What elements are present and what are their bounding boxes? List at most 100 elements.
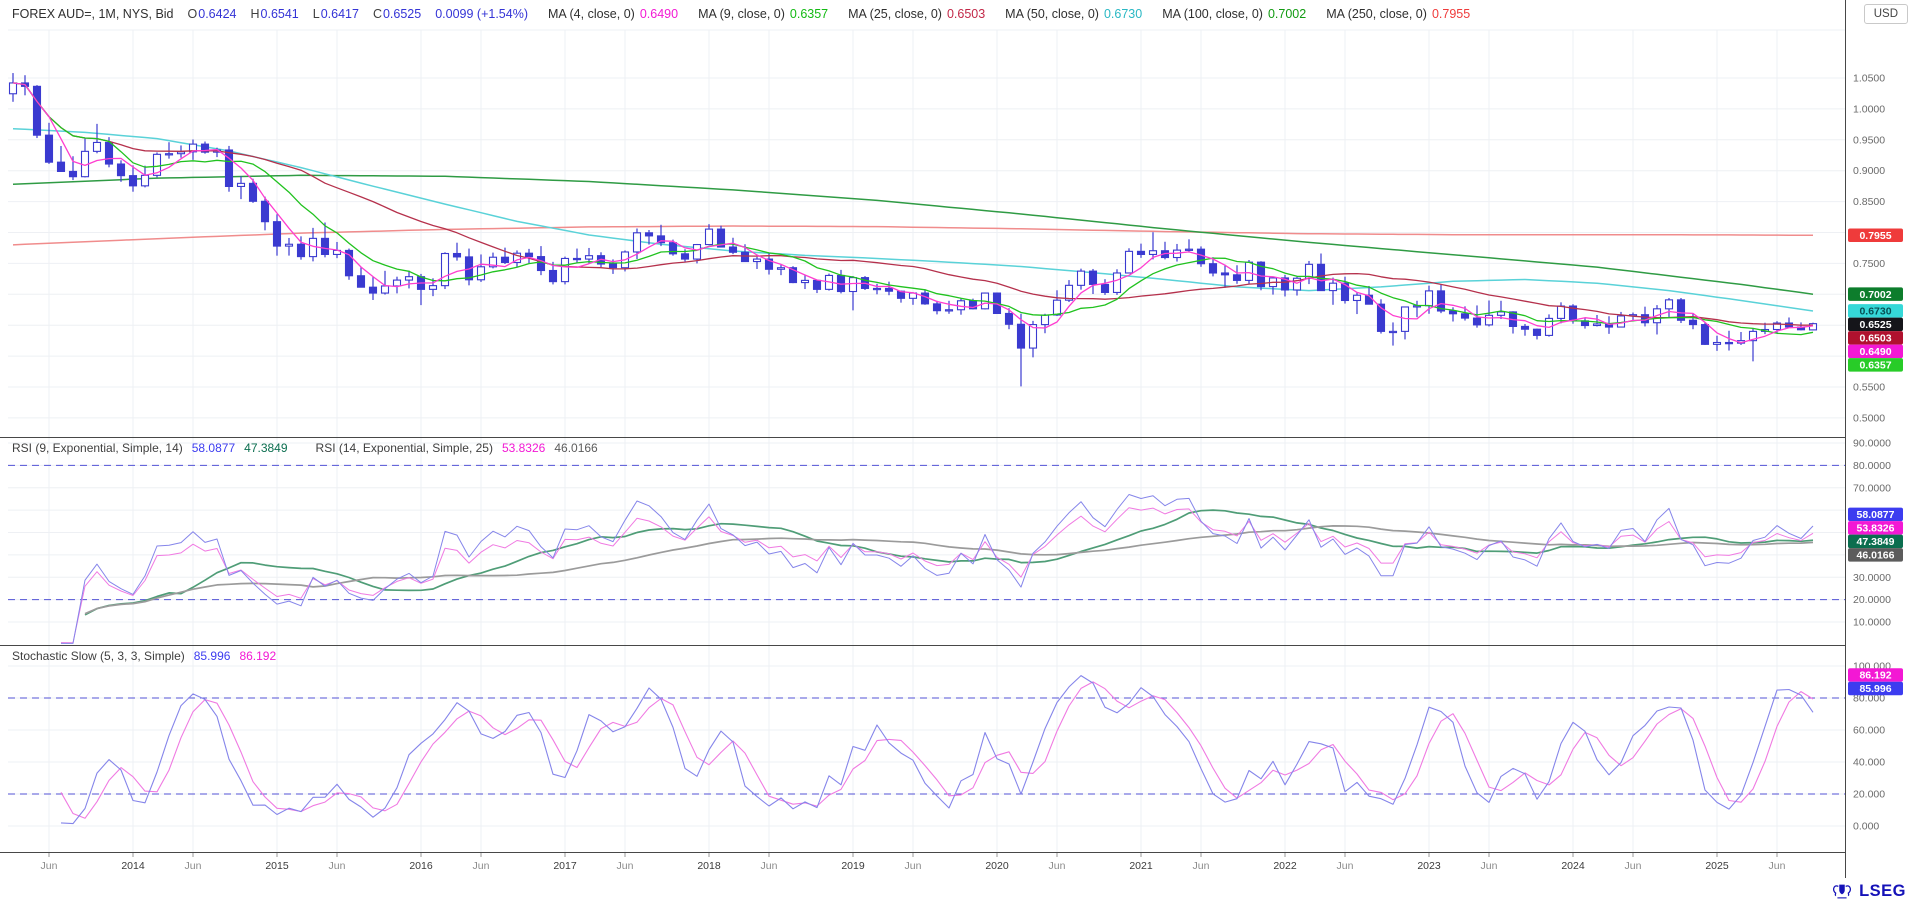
axis-badge-label: 53.8326	[1857, 523, 1895, 535]
candle-body	[922, 293, 929, 304]
x-axis-year-label: 2021	[1129, 860, 1153, 872]
x-axis-year-label: 2014	[121, 860, 145, 872]
x-axis-year-label: 2015	[265, 860, 289, 872]
candle-body	[1690, 320, 1697, 324]
candle-body	[1054, 300, 1061, 315]
candle-body	[610, 264, 617, 268]
low-value: L0.6417	[313, 7, 359, 21]
candle-body	[1714, 343, 1721, 345]
candle-body	[1222, 273, 1229, 275]
rsi2-value: 53.8326	[502, 441, 545, 455]
candle-body	[406, 277, 413, 280]
x-axis-year-label: 2022	[1273, 860, 1297, 872]
candle-body	[1078, 271, 1085, 285]
x-axis-month-label: Jun	[1625, 860, 1642, 872]
x-axis-year-label: 2016	[409, 860, 433, 872]
x-axis-month-label: Jun	[1481, 860, 1498, 872]
candle-body	[262, 201, 269, 221]
x-axis-month-label: Jun	[1193, 860, 1210, 872]
candle-body	[394, 280, 401, 286]
right-axis: 1.05001.00000.95000.90000.85000.75000.55…	[1848, 73, 1903, 833]
candle-body	[1150, 251, 1157, 255]
candle-body	[934, 304, 941, 311]
candle-body	[634, 233, 641, 252]
axis-tick-label: 1.0000	[1853, 103, 1885, 115]
candle-body	[286, 244, 293, 246]
axis-tick-label: 70.0000	[1853, 482, 1891, 494]
candle-body	[1210, 264, 1217, 273]
candle-body	[1450, 311, 1457, 314]
candle-body	[382, 286, 389, 293]
ma250-legend: MA (250, close, 0)0.7955	[1326, 7, 1470, 21]
instrument-label: FOREX AUD=, 1M, NYS, Bid	[12, 7, 174, 21]
candle-body	[778, 268, 785, 270]
axis-tick-label: 1.0500	[1853, 73, 1885, 85]
open-value: O0.6424	[188, 7, 237, 21]
axis-badge-label: 0.6357	[1859, 360, 1891, 372]
candle-body	[874, 288, 881, 289]
candle-body	[1558, 306, 1565, 318]
candle-body	[478, 267, 485, 280]
candle-body	[550, 271, 557, 282]
candle-body	[946, 310, 953, 311]
candle-body	[730, 247, 737, 252]
candle-body	[538, 257, 545, 271]
candle-body	[1354, 295, 1361, 300]
axis-badge-label: 0.6490	[1859, 346, 1891, 358]
lseg-logo-text: LSEG	[1859, 882, 1906, 901]
x-axis-month-label: Jun	[185, 860, 202, 872]
candle-body	[574, 258, 581, 259]
candle-body	[46, 135, 53, 162]
lseg-crest-icon	[1831, 880, 1853, 902]
candle-body	[562, 258, 569, 281]
candle-body	[1594, 324, 1601, 326]
candle-body	[274, 222, 281, 246]
axis-tick-label: 30.0000	[1853, 572, 1891, 584]
candle-body	[502, 257, 509, 262]
candle-body	[166, 154, 173, 155]
rsi-legend: RSI (9, Exponential, Simple, 14) 58.0877…	[12, 441, 598, 455]
candle-body	[886, 288, 893, 291]
candle-body	[94, 142, 101, 151]
candle-body	[118, 164, 125, 176]
axis-badge-label: 0.6525	[1859, 319, 1891, 331]
x-axis-year-label: 2017	[553, 860, 577, 872]
x-axis-month-label: Jun	[617, 860, 634, 872]
rsi1-title: RSI (9, Exponential, Simple, 14)	[12, 441, 183, 455]
candle-body	[142, 175, 149, 186]
candle-body	[322, 238, 329, 254]
x-axis-month-label: Jun	[1337, 860, 1354, 872]
x-axis-year-label: 2019	[841, 860, 865, 872]
stochastic-legend: Stochastic Slow (5, 3, 3, Simple) 85.996…	[12, 649, 276, 663]
axis-tick-label: 80.0000	[1853, 460, 1891, 472]
candle-body	[34, 86, 41, 135]
candle-body	[310, 238, 317, 256]
candle-body	[130, 176, 137, 186]
currency-selector-button[interactable]: USD	[1864, 4, 1908, 24]
candle-body	[1042, 315, 1049, 325]
axis-badge-label: 0.7955	[1859, 230, 1891, 242]
candle-body	[1726, 343, 1733, 344]
candle-body	[430, 286, 437, 290]
ma25-legend: MA (25, close, 0)0.6503	[848, 7, 985, 21]
candle-body	[1126, 251, 1133, 273]
stochastic-k-value: 85.996	[194, 649, 231, 663]
candle-body	[526, 253, 533, 256]
candle-body	[370, 287, 377, 293]
x-axis-year-label: 2018	[697, 860, 721, 872]
axis-badge-label: 85.996	[1859, 683, 1891, 695]
candle-body	[814, 280, 821, 289]
candle-body	[358, 276, 365, 287]
axis-tick-label: 60.000	[1853, 725, 1885, 737]
axis-badge-label: 0.6503	[1859, 333, 1891, 345]
candle-body	[1474, 318, 1481, 325]
rsi1-value: 58.0877	[192, 441, 235, 455]
high-value: H0.6541	[250, 7, 298, 21]
candle-body	[1426, 291, 1433, 306]
stochastic-d-value: 86.192	[239, 649, 276, 663]
candle-body	[1534, 329, 1541, 335]
axis-tick-label: 90.0000	[1853, 438, 1891, 450]
axis-badge-label: 46.0166	[1857, 550, 1895, 562]
ma100-legend: MA (100, close, 0)0.7002	[1162, 7, 1306, 21]
stochastic-title: Stochastic Slow (5, 3, 3, Simple)	[12, 649, 185, 663]
